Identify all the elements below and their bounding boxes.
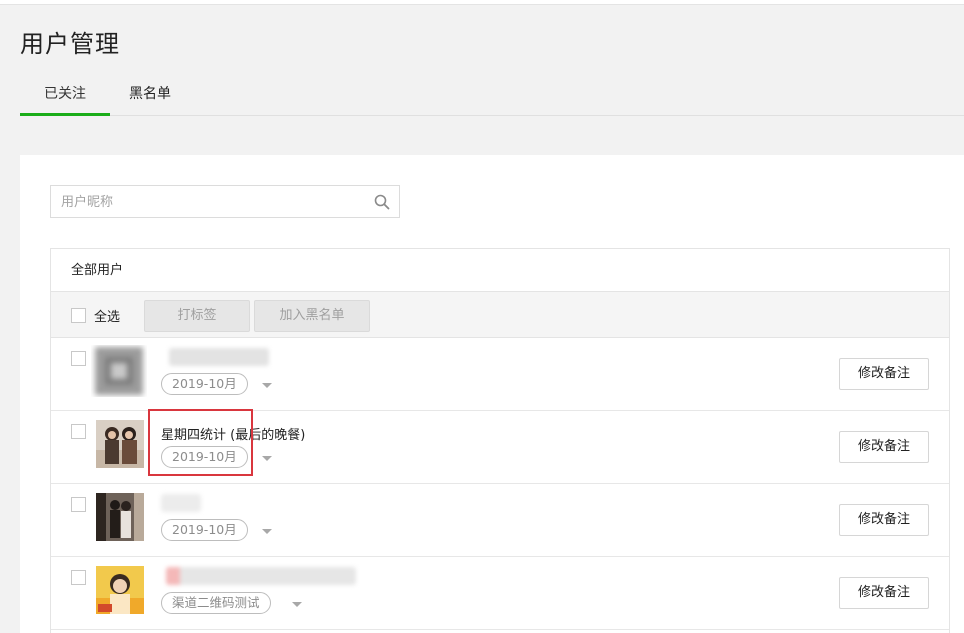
avatar <box>91 345 147 397</box>
row-checkbox[interactable] <box>71 570 86 585</box>
edit-remark-button[interactable]: 修改备注 <box>839 358 929 390</box>
row-checkbox[interactable] <box>71 497 86 512</box>
chevron-down-icon[interactable] <box>292 602 302 607</box>
edit-remark-button[interactable]: 修改备注 <box>839 431 929 463</box>
chevron-down-icon[interactable] <box>262 456 272 461</box>
edit-remark-button[interactable]: 修改备注 <box>839 504 929 536</box>
tab-bar: 已关注 黑名单 <box>20 78 964 116</box>
user-panel: 全部用户 全选 打标签 加入黑名单 2019-10月 修改备注 <box>20 155 964 633</box>
user-tag[interactable]: 渠道二维码测试 <box>161 592 271 614</box>
list-header: 全部用户 <box>51 249 949 292</box>
search-icon[interactable] <box>373 193 391 211</box>
tab-following[interactable]: 已关注 <box>20 78 110 116</box>
add-to-blacklist-button[interactable]: 加入黑名单 <box>254 300 370 332</box>
avatar <box>96 493 144 541</box>
user-row: 星期四统计 (最后的晚餐) 2019-10月 修改备注 <box>51 411 949 484</box>
nickname-redacted <box>166 567 356 585</box>
row-checkbox[interactable] <box>71 351 86 366</box>
user-row: 2019-10月 修改备注 <box>51 484 949 557</box>
user-list: 全部用户 全选 打标签 加入黑名单 2019-10月 修改备注 星期四统计 (最… <box>50 248 950 633</box>
user-tag[interactable]: 2019-10月 <box>161 373 248 395</box>
user-nickname: 星期四统计 (最后的晚餐) <box>161 428 306 443</box>
edit-remark-button[interactable]: 修改备注 <box>839 577 929 609</box>
nickname-redacted <box>161 494 201 512</box>
avatar <box>96 420 144 468</box>
row-checkbox[interactable] <box>71 424 86 439</box>
tag-button[interactable]: 打标签 <box>144 300 250 332</box>
top-border <box>0 0 964 5</box>
nickname-redacted <box>169 348 269 366</box>
user-tag[interactable]: 2019-10月 <box>161 519 248 541</box>
page-title: 用户管理 <box>20 30 120 58</box>
chevron-down-icon[interactable] <box>262 383 272 388</box>
search-input[interactable] <box>61 192 361 212</box>
search-box <box>50 185 400 218</box>
list-toolbar: 全选 打标签 加入黑名单 <box>51 292 949 338</box>
select-all-label[interactable]: 全选 <box>94 306 120 325</box>
chevron-down-icon[interactable] <box>262 529 272 534</box>
tab-blacklist[interactable]: 黑名单 <box>110 78 190 116</box>
select-all-checkbox[interactable] <box>71 308 86 323</box>
user-tag[interactable]: 2019-10月 <box>161 446 248 468</box>
avatar <box>96 566 144 614</box>
user-row: 渠道二维码测试 修改备注 <box>51 557 949 630</box>
user-row: 2019-10月 修改备注 <box>51 338 949 411</box>
